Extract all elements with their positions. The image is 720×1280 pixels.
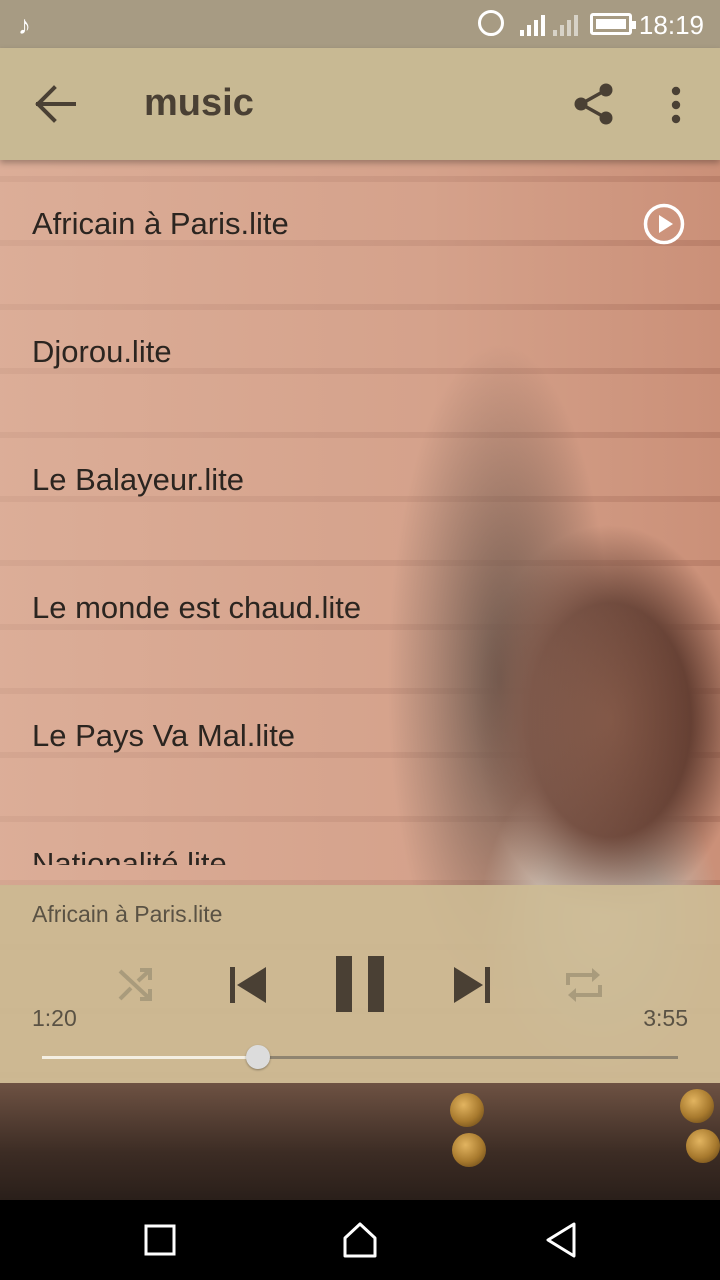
song-title: Nationalité.lite [32, 846, 227, 865]
song-item[interactable]: Le monde est chaud.lite [0, 544, 720, 672]
song-title: Djorou.lite [32, 334, 172, 369]
song-item[interactable]: Le Balayeur.lite [0, 416, 720, 544]
song-title: Le Balayeur.lite [32, 462, 244, 497]
song-title: Le monde est chaud.lite [32, 590, 362, 625]
battery-icon [590, 13, 636, 35]
back-triangle-icon[interactable] [544, 1220, 578, 1260]
alarm-icon [478, 10, 504, 36]
beads-decoration [440, 1083, 720, 1200]
song-item[interactable]: Nationalité.lite [0, 800, 720, 865]
song-title: Africain à Paris.lite [32, 206, 289, 241]
song-list: Africain à Paris.lite Djorou.lite Le Bal… [0, 160, 720, 865]
app-bar: music [0, 48, 720, 160]
recents-square-icon[interactable] [144, 1220, 176, 1260]
total-time: 3:55 [643, 1005, 688, 1031]
song-title: Le Pays Va Mal.lite [32, 718, 296, 753]
status-time: 18:19 [638, 10, 704, 40]
skip-next-icon[interactable] [452, 963, 492, 1007]
music-note-icon: ♪ [18, 10, 31, 40]
skip-previous-icon[interactable] [228, 963, 268, 1007]
play-circle-icon[interactable] [642, 202, 686, 246]
song-item[interactable]: Le Pays Va Mal.lite [0, 672, 720, 800]
arrow-back-icon[interactable] [34, 84, 78, 124]
system-nav-bar [0, 1200, 720, 1280]
current-time: 1:20 [32, 1005, 77, 1031]
signal-icon [520, 14, 546, 36]
home-icon[interactable] [342, 1220, 378, 1260]
player-panel: Africain à Paris.lite 1:20 3:55 [0, 885, 720, 1083]
repeat-icon[interactable] [564, 965, 604, 1005]
share-icon[interactable] [572, 82, 616, 126]
page-title: music [144, 82, 254, 124]
song-item[interactable]: Djorou.lite [0, 288, 720, 416]
pause-icon[interactable] [335, 955, 385, 1013]
seek-bar-progress [42, 1056, 259, 1059]
seek-bar-thumb[interactable] [246, 1045, 271, 1069]
now-playing-title: Africain à Paris.lite [32, 901, 223, 927]
signal-icon-dim [553, 14, 579, 36]
seek-bar[interactable] [42, 1045, 678, 1069]
status-bar: ♪ 18:19 [0, 0, 720, 48]
shuffle-icon[interactable] [116, 965, 156, 1005]
song-item[interactable]: Africain à Paris.lite [0, 160, 720, 288]
more-vert-icon[interactable] [662, 86, 690, 124]
